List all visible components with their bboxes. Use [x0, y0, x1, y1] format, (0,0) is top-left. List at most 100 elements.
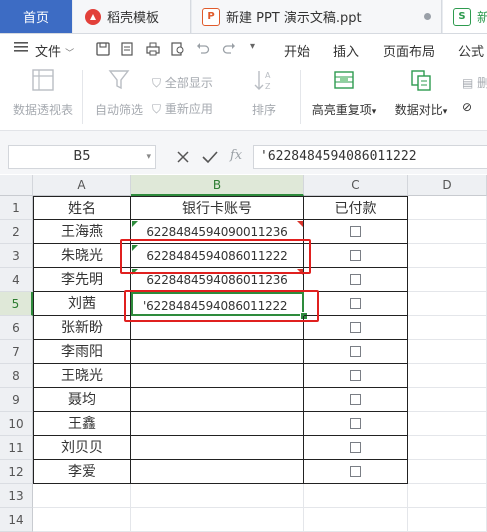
row-header-11[interactable]: 11: [0, 436, 33, 460]
tab-spreadsheet[interactable]: S 新: [443, 0, 487, 33]
cell-name: 王鑫: [33, 412, 131, 436]
select-all-corner[interactable]: [0, 175, 33, 196]
svg-text:Z: Z: [265, 82, 271, 91]
row-header-6[interactable]: 6: [0, 316, 33, 340]
menu-formula[interactable]: 公式: [458, 41, 484, 60]
tab-spreadsheet-label: 新: [477, 11, 487, 26]
cell-empty[interactable]: [408, 292, 487, 316]
row-header-5[interactable]: 5: [0, 292, 33, 316]
row-header-1[interactable]: 1: [0, 196, 33, 220]
cell-empty[interactable]: [408, 340, 487, 364]
row-header-9[interactable]: 9: [0, 388, 33, 412]
paid-checkbox[interactable]: [350, 370, 361, 381]
formula-input[interactable]: '6228484594086011222: [253, 145, 487, 169]
pivot-table-icon: [32, 69, 54, 91]
chevron-down-icon: ▾: [371, 107, 377, 117]
tab-docer[interactable]: 稻壳模板: [73, 0, 191, 33]
show-all-label: 全部显示: [164, 76, 213, 90]
row-header-3[interactable]: 3: [0, 244, 33, 268]
column-header-b[interactable]: B: [131, 175, 304, 196]
paid-checkbox[interactable]: [350, 298, 361, 309]
print-preview-icon[interactable]: [171, 42, 185, 56]
quick-access-dropdown-icon[interactable]: ▾: [250, 41, 255, 52]
file-menu[interactable]: 文件 ﹀: [35, 41, 74, 60]
column-header-a[interactable]: A: [33, 175, 131, 196]
row-header-10[interactable]: 10: [0, 412, 33, 436]
reject-duplicates-icon: ⊘: [462, 100, 473, 114]
export-pdf-icon[interactable]: [120, 42, 134, 56]
cell-account[interactable]: [131, 364, 304, 388]
redo-icon[interactable]: [222, 42, 236, 56]
cell-paid[interactable]: [304, 508, 408, 532]
cell-empty[interactable]: [408, 460, 487, 484]
cell-name: 刘贝贝: [33, 436, 131, 460]
menu-insert[interactable]: 插入: [333, 41, 359, 60]
cell-empty[interactable]: [408, 244, 487, 268]
sort-button[interactable]: AZ 排序: [234, 68, 294, 118]
unsaved-dot-icon[interactable]: [424, 13, 431, 20]
cell-empty[interactable]: [408, 268, 487, 292]
cell-account[interactable]: [131, 484, 304, 508]
cell-name: 王海燕: [33, 220, 131, 244]
save-icon[interactable]: [96, 42, 110, 56]
hamburger-icon[interactable]: [14, 41, 28, 56]
menu-page-layout[interactable]: 页面布局: [383, 41, 435, 60]
tab-home[interactable]: 首页: [0, 0, 72, 33]
cell-empty[interactable]: [408, 412, 487, 436]
highlight-duplicates-button[interactable]: 高亮重复项▾: [306, 68, 382, 118]
cell-empty[interactable]: [408, 316, 487, 340]
cell-empty[interactable]: [408, 364, 487, 388]
pivot-table-button[interactable]: 数据透视表: [10, 68, 76, 118]
cell-empty[interactable]: [408, 388, 487, 412]
paid-checkbox[interactable]: [350, 394, 361, 405]
menu-start[interactable]: 开始: [284, 41, 310, 60]
delete-duplicates-button[interactable]: ▤ 删: [462, 74, 487, 91]
cell-name: [33, 508, 131, 532]
row-header-13[interactable]: 13: [0, 484, 33, 508]
reject-duplicates-button[interactable]: ⊘: [462, 100, 472, 114]
cell-empty[interactable]: [408, 196, 487, 220]
column-header-d[interactable]: D: [408, 175, 487, 196]
paid-checkbox[interactable]: [350, 226, 361, 237]
name-box[interactable]: B5 ▾: [8, 145, 156, 169]
cell-empty[interactable]: [408, 436, 487, 460]
undo-icon[interactable]: [196, 42, 210, 56]
insert-function-icon[interactable]: fx: [230, 148, 242, 163]
tab-ppt[interactable]: P 新建 PPT 演示文稿.ppt: [192, 0, 442, 33]
cell-account[interactable]: [131, 412, 304, 436]
show-all-button[interactable]: ⛉ 全部显示: [152, 74, 213, 91]
error-indicator-icon: [132, 221, 138, 227]
cell-account[interactable]: [131, 340, 304, 364]
cell-account[interactable]: [131, 508, 304, 532]
column-header-c[interactable]: C: [304, 175, 408, 196]
cell-name: [33, 484, 131, 508]
cell-empty[interactable]: [408, 484, 487, 508]
row-header-8[interactable]: 8: [0, 364, 33, 388]
cancel-icon[interactable]: [176, 150, 190, 164]
data-compare-button[interactable]: 数据对比▾: [386, 68, 456, 118]
row-header-12[interactable]: 12: [0, 460, 33, 484]
paid-checkbox[interactable]: [350, 418, 361, 429]
cell-account[interactable]: [131, 460, 304, 484]
print-icon[interactable]: [146, 42, 160, 56]
paid-checkbox[interactable]: [350, 274, 361, 285]
cell-paid[interactable]: [304, 484, 408, 508]
row-header-2[interactable]: 2: [0, 220, 33, 244]
row-header-7[interactable]: 7: [0, 340, 33, 364]
header-cell-account[interactable]: 银行卡账号: [131, 196, 304, 220]
confirm-check-icon[interactable]: [202, 150, 218, 164]
reapply-button[interactable]: ⛉ 重新应用: [152, 100, 213, 117]
cell-account[interactable]: [131, 388, 304, 412]
paid-checkbox[interactable]: [350, 466, 361, 477]
autofilter-button[interactable]: 自动筛选: [90, 68, 148, 118]
row-header-14[interactable]: 14: [0, 508, 33, 532]
paid-checkbox[interactable]: [350, 250, 361, 261]
paid-checkbox[interactable]: [350, 442, 361, 453]
cell-empty[interactable]: [408, 220, 487, 244]
cell-account[interactable]: [131, 436, 304, 460]
chevron-down-icon[interactable]: ▾: [146, 146, 151, 168]
cell-empty[interactable]: [408, 508, 487, 532]
row-header-4[interactable]: 4: [0, 268, 33, 292]
paid-checkbox[interactable]: [350, 322, 361, 333]
paid-checkbox[interactable]: [350, 346, 361, 357]
